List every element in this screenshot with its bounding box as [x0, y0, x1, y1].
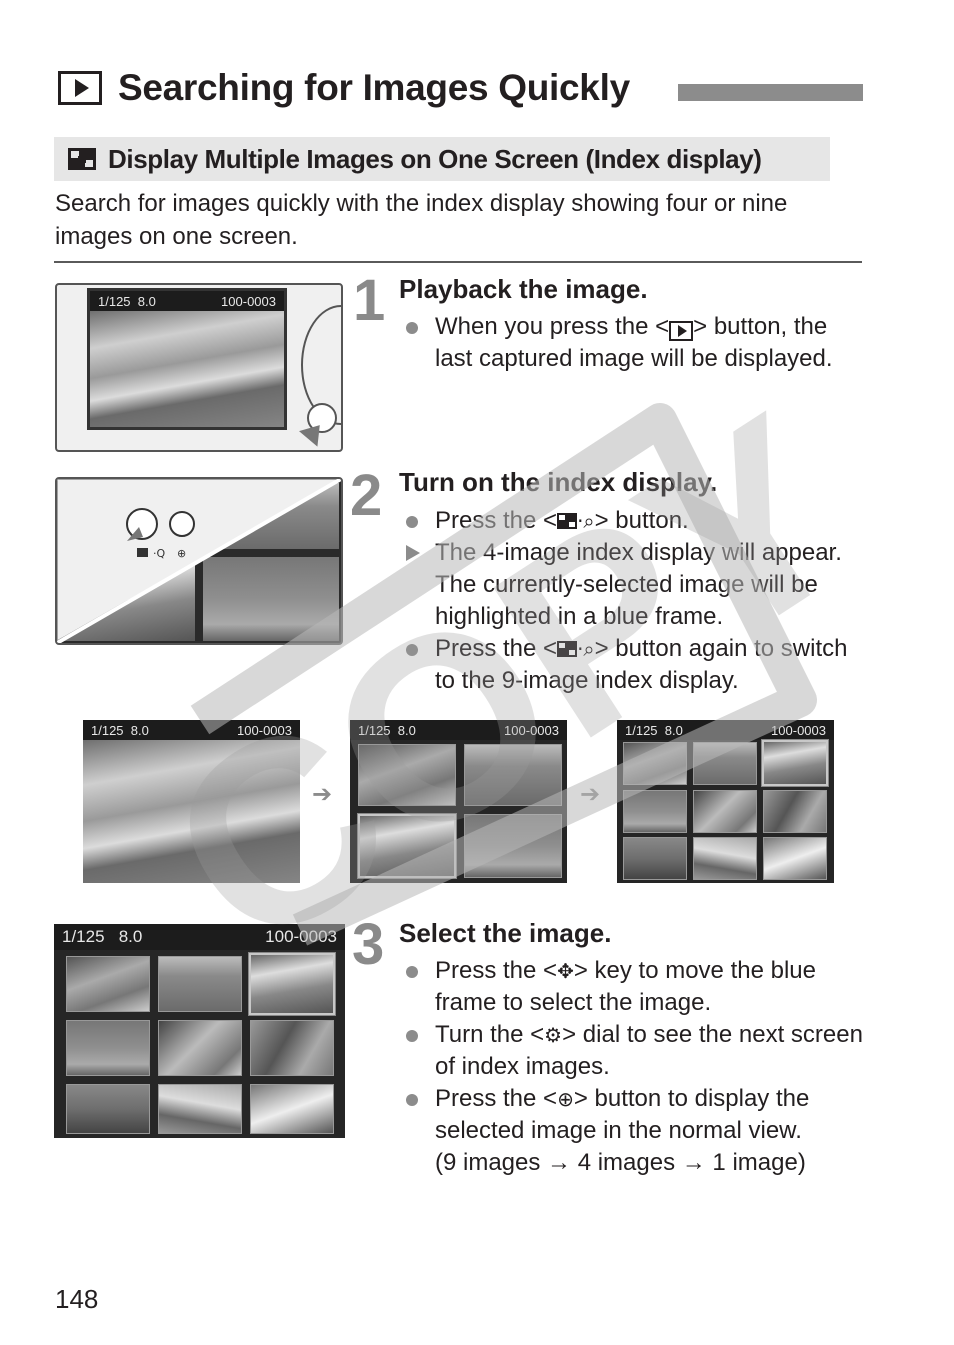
bullet-dot-icon: [406, 1094, 418, 1106]
zoom-out-icon: ·⌕: [577, 509, 595, 533]
thumbnail: [693, 837, 757, 880]
thumbnail: [464, 814, 562, 878]
thumbnail: [763, 790, 827, 833]
landscape-photo: [90, 311, 284, 427]
thumbnail: [158, 956, 242, 1012]
nine-image-index-large: 1/125 8.0 100-0003: [54, 924, 345, 1138]
selected-thumbnail: [358, 814, 456, 878]
title-decoration-bar: [678, 84, 863, 101]
main-dial-icon: ⚙: [544, 1023, 563, 1047]
section-title: Display Multiple Images on One Screen (I…: [108, 143, 762, 174]
bullet-item: Press the <✥> key to move the blue frame…: [405, 955, 865, 1019]
step-title: Turn on the index display.: [399, 467, 718, 497]
result-item: The 4-image index display will appear. T…: [405, 537, 865, 633]
cross-keys-icon: ✥: [557, 959, 574, 983]
thumbnail: [158, 1084, 242, 1134]
bullet-item: Press the <⊕> button to display the sele…: [405, 1083, 865, 1147]
step-number: 1: [353, 268, 386, 333]
result-arrow-icon: [406, 545, 420, 561]
index-reduce-icon: [557, 641, 578, 657]
thumbnail: [623, 742, 687, 785]
flow-arrow-icon: ➔: [580, 780, 601, 808]
bullet-dot-icon: [406, 322, 418, 334]
bullet-dot-icon: [406, 516, 418, 528]
step-title: Select the image.: [399, 918, 612, 948]
thumbnail: [250, 1020, 334, 1076]
bullet-item: When you press the < > button, the last c…: [405, 311, 865, 375]
lcd-screen: 1/125 8.0 100-0003: [87, 288, 287, 430]
magnify-icon: ⊕: [557, 1087, 574, 1111]
exif-bar: 1/125 8.0 100-0003: [617, 720, 834, 740]
divider: [54, 261, 862, 263]
selected-thumbnail: [762, 740, 828, 786]
page-title: Searching for Images Quickly: [58, 64, 630, 112]
step-1-bullets: When you press the < > button, the last c…: [405, 311, 865, 375]
exif-bar: 1/125 8.0 100-0003: [350, 720, 567, 740]
index-display-icon: [68, 148, 96, 170]
bullet-dot-icon: [406, 1030, 418, 1042]
step-2-bullets: Press the < ·⌕> button. The 4-image index…: [405, 505, 865, 697]
svg-text:·Q: ·Q: [153, 547, 165, 560]
exif-bar: 1/125 8.0 100-0003: [54, 924, 345, 950]
thumbnail: [250, 1084, 334, 1134]
camera-playback-illustration: 1/125 8.0 100-0003: [55, 283, 343, 452]
selected-thumbnail: [249, 953, 335, 1015]
thumbnail: [66, 1020, 150, 1076]
single-image-view: 1/125 8.0 100-0003: [83, 720, 300, 883]
bullet-item: Press the < ·⌕> button.: [405, 505, 865, 537]
step-number: 3: [352, 912, 385, 977]
index-button-illustration: ·Q ⊕: [55, 477, 343, 645]
exif-bar: 1/125 8.0 100-0003: [83, 720, 300, 740]
section-header: Display Multiple Images on One Screen (I…: [54, 137, 830, 181]
thumbnail: [66, 1084, 150, 1134]
four-image-index-view: 1/125 8.0 100-0003: [350, 720, 567, 883]
thumbnail: [66, 956, 150, 1012]
thumbnail: [623, 837, 687, 880]
exif-bar: 1/125 8.0 100-0003: [90, 291, 284, 311]
thumbnail: [763, 837, 827, 880]
thumbnail: [158, 1020, 242, 1076]
camera-top-drawing: ·Q ⊕: [57, 479, 341, 643]
flow-arrow-icon: ➔: [312, 780, 333, 808]
thumbnail: [464, 744, 562, 806]
intro-text: Search for images quickly with the index…: [55, 190, 788, 250]
nine-image-index-view: 1/125 8.0 100-0003: [617, 720, 834, 883]
playback-icon: [58, 71, 102, 105]
index-reduce-icon: [557, 513, 578, 529]
thumbnail: [693, 790, 757, 833]
step-title: Playback the image.: [399, 274, 648, 304]
zoom-out-icon: ·⌕: [577, 637, 595, 661]
page-number: 148: [55, 1284, 99, 1314]
thumbnail: [693, 742, 757, 785]
page-title-text: Searching for Images Quickly: [118, 67, 630, 108]
bullet-dot-icon: [406, 966, 418, 978]
bullet-item: Press the < ·⌕> button again to switch to…: [405, 633, 865, 697]
bullet-dot-icon: [406, 644, 418, 656]
svg-text:⊕: ⊕: [177, 547, 186, 560]
playback-icon: [669, 321, 694, 341]
thumbnail: [623, 790, 687, 833]
bullet-item: Turn the <⚙> dial to see the next screen…: [405, 1019, 865, 1083]
step-3-bullets: Press the <✥> key to move the blue frame…: [405, 955, 865, 1179]
thumbnail: [358, 744, 456, 806]
step-number: 2: [350, 463, 383, 528]
note-item: (9 images → 4 images → 1 image): [435, 1149, 806, 1176]
landscape-photo: [83, 740, 300, 883]
